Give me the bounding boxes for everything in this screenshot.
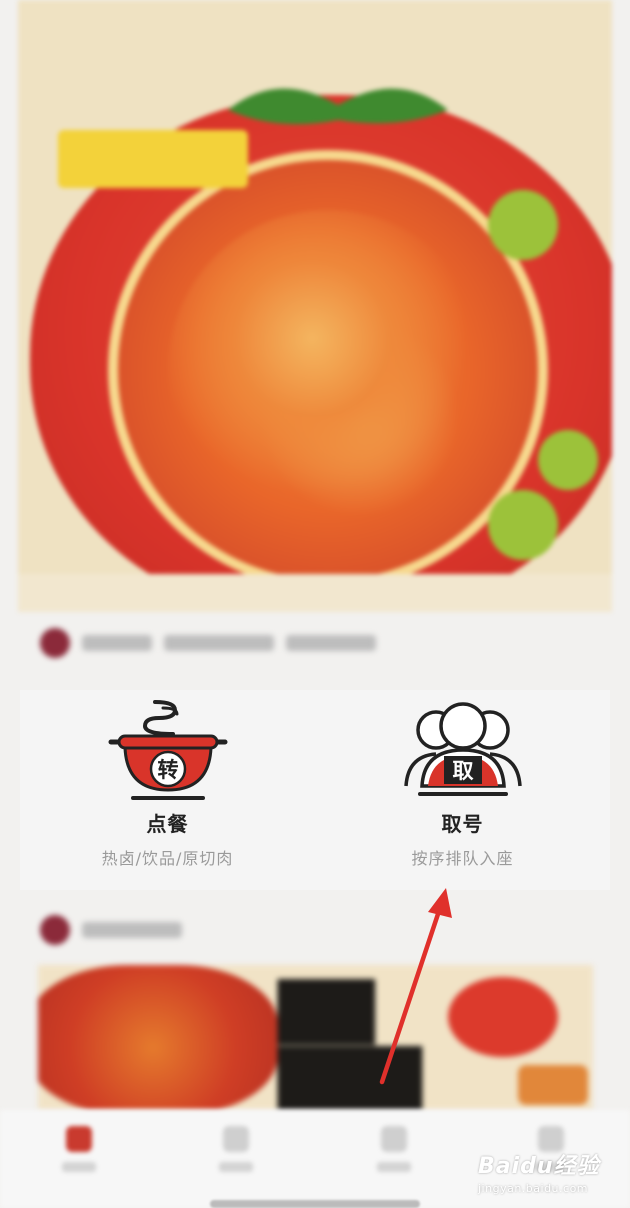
promo-banner-image[interactable]: ▇▇ ▇▇▇ (38, 965, 593, 1110)
take-number-subtitle: 按序排队入座 (411, 849, 514, 868)
baidu-jingyan-watermark: Baidu经验 jingyan.baidu.com (478, 1148, 608, 1195)
shop-info-row[interactable] (40, 625, 376, 661)
queue-people-icon: 取 (403, 702, 522, 796)
order-food-subtitle: 热卤/饮品/原切肉 (101, 849, 234, 868)
section-title-placeholder (82, 922, 182, 938)
hero-bottom-strip (18, 574, 612, 612)
section-logo-icon (40, 915, 70, 945)
tab-icon (223, 1126, 250, 1152)
shop-address-placeholder (164, 635, 274, 651)
svg-text:取: 取 (452, 759, 473, 783)
home-indicator (210, 1200, 420, 1208)
annotation-arrow-icon (379, 888, 452, 1085)
page: 转 点餐 热卤/饮品/原切肉 取 取号 按序排队入座 ▇▇ ▇▇▇ Baidu经… (0, 0, 630, 1208)
tab-second[interactable] (206, 1110, 266, 1208)
tab-third[interactable] (364, 1110, 424, 1208)
action-cards: 转 点餐 热卤/饮品/原切肉 取 取号 按序排队入座 (20, 690, 610, 890)
order-food-button[interactable]: 转 点餐 热卤/饮品/原切肉 (20, 690, 315, 890)
watermark-url: jingyan.baidu.com (478, 1182, 589, 1195)
tab-label-placeholder (219, 1162, 254, 1172)
tab-label-placeholder (61, 1162, 96, 1172)
shop-name-placeholder (82, 635, 152, 651)
promo-cups-graphic (518, 1065, 588, 1105)
tab-icon (380, 1126, 407, 1152)
shop-distance-placeholder (286, 635, 376, 651)
promo-badge (58, 130, 248, 188)
hero-banner-image[interactable] (18, 0, 612, 612)
shop-logo-icon (40, 628, 70, 658)
tab-label-placeholder (376, 1162, 411, 1172)
hotpot-dish-image (108, 150, 548, 590)
hotpot-pot-icon: 转 (108, 700, 227, 800)
take-number-label: 取号 (441, 812, 484, 836)
green-bubble (538, 430, 598, 490)
promo-food-image (38, 965, 278, 1110)
leaf-graphic (228, 88, 448, 125)
take-number-button[interactable]: 取 取号 按序排队入座 (315, 690, 610, 890)
watermark-main: Baidu经验 (478, 1154, 600, 1179)
svg-text:转: 转 (157, 758, 178, 782)
home-icon (65, 1126, 92, 1152)
promo-tomato-graphic (448, 977, 558, 1057)
green-bubble (488, 490, 558, 560)
green-bubble (488, 190, 558, 260)
section-header (40, 912, 182, 948)
order-food-label: 点餐 (146, 812, 189, 836)
tab-home[interactable] (49, 1110, 109, 1208)
